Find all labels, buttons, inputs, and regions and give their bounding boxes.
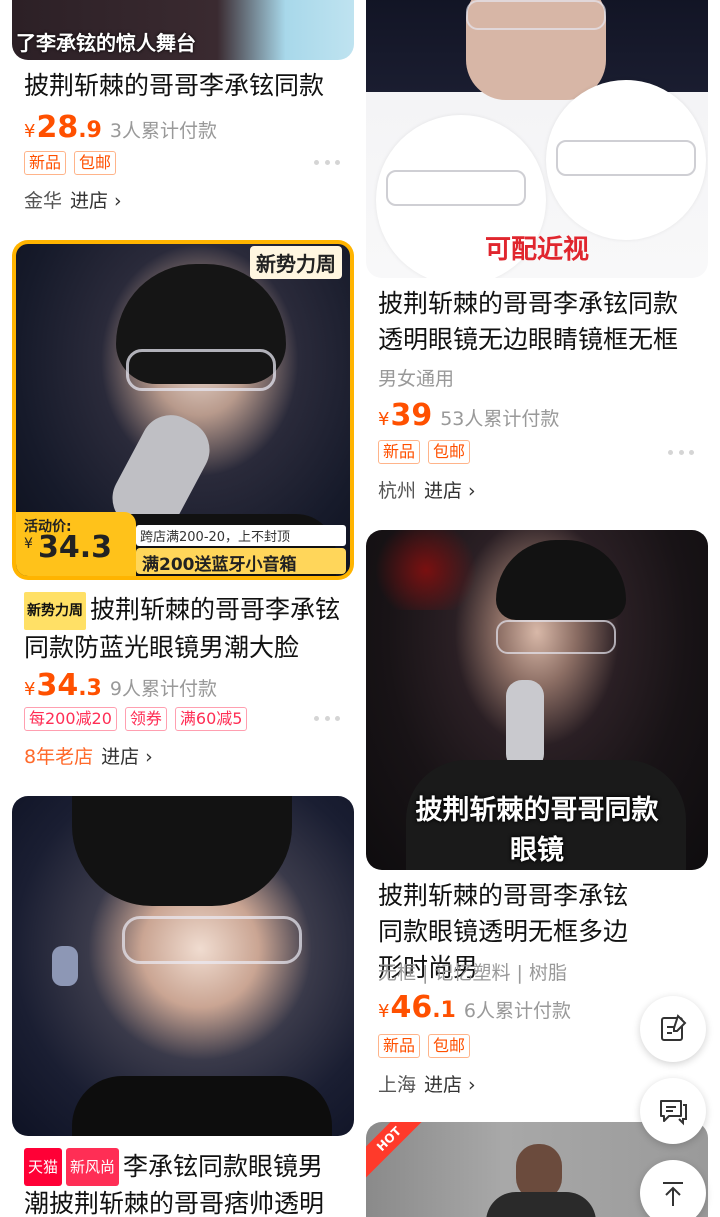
price-decimal: .1 bbox=[432, 998, 456, 1023]
new-power-week-label: 新势力周 bbox=[24, 592, 86, 630]
product-subtitle: 男女通用 bbox=[378, 368, 455, 390]
product-card[interactable]: 可配近视 披荆斩棘的哥哥李承铉同款透明眼镜无边眼睛镜框无框 男女通用 ¥ 39 … bbox=[366, 0, 708, 520]
tag-new: 新品 bbox=[378, 1034, 421, 1058]
new-trend-badge: 新风尚 bbox=[66, 1148, 120, 1186]
currency-symbol: ¥ bbox=[24, 121, 36, 142]
shop-city: 上海 bbox=[378, 1074, 417, 1096]
shop-city: 金华 bbox=[24, 190, 63, 212]
product-title[interactable]: 天猫 新风尚 李承铉同款眼镜男潮披荆斩棘的哥哥痞帅透明 bbox=[24, 1148, 346, 1217]
tmall-badge: 天猫 bbox=[24, 1148, 63, 1186]
product-card[interactable]: 了李承铉的惊人舞台 披荆斩棘的哥哥李承铉同款 ¥ 28 .9 3人累计付款 新品… bbox=[12, 0, 354, 230]
product-card[interactable]: 天猫 新风尚 李承铉同款眼镜男潮披荆斩棘的哥哥痞帅透明 bbox=[12, 796, 354, 1217]
product-image[interactable] bbox=[12, 796, 354, 1136]
currency-symbol: ¥ bbox=[24, 679, 36, 700]
tag-free-shipping: 包邮 bbox=[428, 1034, 471, 1058]
tag-coupon[interactable]: 领券 bbox=[124, 707, 167, 731]
sold-count: 53人累计付款 bbox=[440, 408, 560, 430]
product-image[interactable]: 披荆斩棘的哥哥同款 眼镜 bbox=[366, 530, 708, 870]
price-integer: 34 bbox=[36, 668, 79, 703]
currency-symbol: ¥ bbox=[378, 409, 390, 430]
price-decimal: .3 bbox=[78, 676, 102, 701]
product-title[interactable]: 披荆斩棘的哥哥李承铉同款透明眼镜无边眼睛镜框无框 bbox=[378, 286, 700, 358]
product-subtitle: 无框 | 记忆塑料 | 树脂 bbox=[378, 962, 567, 984]
image-caption: 披荆斩棘的哥哥同款 bbox=[415, 795, 659, 826]
tag-list: 新品 包邮 bbox=[24, 151, 117, 175]
promo-price: 34.3 bbox=[38, 530, 113, 565]
image-banner-text: 了李承铉的惊人舞台 bbox=[16, 31, 196, 55]
price-row: ¥ 39 53人累计付款 bbox=[378, 398, 559, 433]
price-integer: 46 bbox=[390, 990, 433, 1025]
promo-note: 跨店满200-20，上不封顶 bbox=[136, 525, 346, 546]
more-options-icon[interactable] bbox=[668, 450, 694, 456]
new-power-week-badge: 新势力周 bbox=[250, 246, 342, 279]
currency-symbol: ¥ bbox=[378, 1001, 390, 1022]
tag-list: 新品 包邮 bbox=[378, 1034, 471, 1058]
sold-count: 9人累计付款 bbox=[109, 678, 217, 700]
sold-count: 3人累计付款 bbox=[109, 120, 217, 142]
product-title[interactable]: 披荆斩棘的哥哥李承铉同款 bbox=[24, 68, 346, 104]
tag-new: 新品 bbox=[378, 440, 421, 464]
tag-free-shipping: 包邮 bbox=[428, 440, 471, 464]
model-photo bbox=[12, 796, 354, 1136]
more-options-icon[interactable] bbox=[314, 716, 340, 722]
shop-row[interactable]: 上海 进店 › bbox=[378, 1070, 476, 1097]
price-integer: 39 bbox=[390, 398, 433, 433]
tag-free-shipping: 包邮 bbox=[74, 151, 117, 175]
price-row: ¥ 34 .3 9人累计付款 bbox=[24, 668, 217, 703]
tag-discount-2: 满60减5 bbox=[174, 707, 248, 731]
product-image[interactable]: 可配近视 bbox=[366, 0, 708, 278]
arrow-up-icon bbox=[663, 1182, 683, 1206]
image-caption: 可配近视 bbox=[484, 235, 589, 265]
promo-price-box: 活动价: ¥ 34.3 bbox=[16, 512, 136, 576]
enter-shop-link[interactable]: 进店 › bbox=[70, 186, 122, 213]
promo-gift: 满200送蓝牙小音箱 bbox=[136, 548, 346, 575]
tag-new: 新品 bbox=[24, 151, 67, 175]
enter-shop-link[interactable]: 进店 › bbox=[424, 476, 476, 503]
more-options-icon[interactable] bbox=[314, 160, 340, 166]
shop-age-label: 8年老店 bbox=[24, 746, 94, 768]
shop-row[interactable]: 8年老店 进店 › bbox=[24, 742, 153, 769]
back-to-top-button[interactable] bbox=[640, 1160, 706, 1217]
image-caption-2: 眼镜 bbox=[510, 835, 564, 866]
price-row: ¥ 46 .1 6人累计付款 bbox=[378, 990, 571, 1025]
sold-count: 6人累计付款 bbox=[463, 1000, 571, 1022]
price-row: ¥ 28 .9 3人累计付款 bbox=[24, 110, 217, 145]
price-decimal: .9 bbox=[78, 118, 102, 143]
shop-city: 杭州 bbox=[378, 480, 417, 502]
tag-discount: 每200减20 bbox=[24, 707, 117, 731]
feedback-button[interactable] bbox=[640, 996, 706, 1062]
customer-service-button[interactable] bbox=[640, 1078, 706, 1144]
edit-note-icon bbox=[661, 1014, 687, 1041]
product-image[interactable]: 了李承铉的惊人舞台 bbox=[12, 0, 354, 60]
enter-shop-link[interactable]: 进店 › bbox=[424, 1070, 476, 1097]
product-card[interactable]: 新势力周 活动价: ¥ 34.3 跨店满200-20，上不封顶 满200送蓝牙小… bbox=[12, 240, 354, 780]
product-title[interactable]: 新势力周 披荆斩棘的哥哥李承铉同款防蓝光眼镜男潮大脸 bbox=[24, 592, 346, 666]
price-integer: 28 bbox=[36, 110, 79, 145]
tag-list: 每200减20 领券 满60减5 bbox=[24, 707, 248, 731]
product-image[interactable]: 新势力周 活动价: ¥ 34.3 跨店满200-20，上不封顶 满200送蓝牙小… bbox=[12, 240, 354, 580]
shop-row[interactable]: 杭州 进店 › bbox=[378, 476, 476, 503]
enter-shop-link[interactable]: 进店 › bbox=[101, 742, 153, 769]
shop-row[interactable]: 金华 进店 › bbox=[24, 186, 122, 213]
tag-list: 新品 包邮 bbox=[378, 440, 471, 464]
promo-currency: ¥ bbox=[24, 536, 33, 552]
chat-bubble-icon bbox=[660, 1100, 687, 1126]
